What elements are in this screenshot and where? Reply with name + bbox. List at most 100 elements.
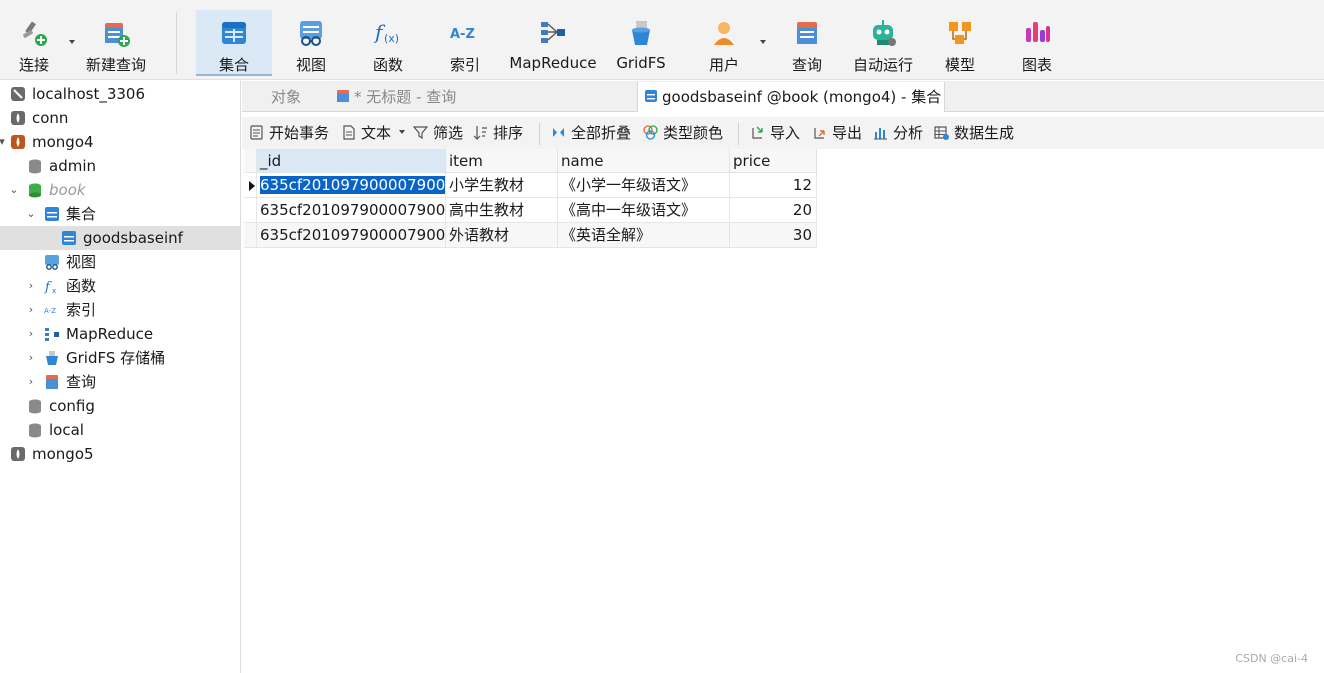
user-button[interactable]: 用户 [696, 10, 752, 76]
tree-item-views-folder[interactable]: 视图 [0, 250, 240, 274]
query-button[interactable]: 查询 [776, 10, 838, 76]
chevron-right-icon[interactable]: › [25, 298, 37, 322]
chevron-down-icon[interactable]: ⌄ [25, 202, 37, 226]
chevron-right-icon[interactable]: › [25, 346, 37, 370]
mongodb-connection-icon [11, 111, 25, 125]
new-query-button[interactable]: 新建查询 [82, 10, 150, 76]
database-icon [29, 183, 41, 198]
tree-item-connection[interactable]: localhost_3306 [0, 82, 240, 106]
connect-dropdown-caret-icon[interactable] [69, 40, 75, 44]
chevron-right-icon[interactable]: › [25, 274, 37, 298]
table-cell[interactable]: 30 [730, 223, 817, 248]
collection-label: 集合 [218, 56, 249, 74]
new-query-label: 新建查询 [85, 56, 146, 74]
chart-button[interactable]: 图表 [1006, 10, 1068, 76]
navigation-tree: localhost_3306 conn ▾ mongo4 admin ⌄ boo… [0, 81, 241, 673]
begin-transaction-label: 开始事务 [269, 124, 330, 142]
table-cell[interactable]: 《小学一年级语文》 [558, 173, 730, 198]
tab-objects[interactable]: 对象 [242, 82, 330, 112]
tree-item-mapreduce-folder[interactable]: › MapReduce [0, 322, 240, 346]
mapreduce-icon [45, 328, 59, 341]
model-button[interactable]: 模型 [929, 10, 991, 76]
tree-item-label: mongo4 [32, 133, 94, 151]
table-cell[interactable]: 635cf2010979000079006 [257, 223, 446, 248]
mapreduce-button[interactable]: MapReduce [506, 10, 600, 76]
gridfs-button[interactable]: GridFS [610, 10, 672, 76]
filter-button[interactable]: 筛选 [413, 123, 469, 143]
tree-item-connection[interactable]: ▾ mongo4 [0, 130, 240, 154]
new-query-icon [105, 23, 130, 47]
tab-untitled-query[interactable]: * 无标题 - 查询 [332, 82, 632, 112]
tree-item-functions-folder[interactable]: › fx 函数 [0, 274, 240, 298]
function-fx-icon: f (x) [373, 20, 399, 45]
row-selector[interactable] [244, 223, 257, 248]
table-cell[interactable]: 20 [730, 198, 817, 223]
tree-item-queries-folder[interactable]: › 查询 [0, 370, 240, 394]
table-cell[interactable]: 635cf2010979000079006 [257, 173, 446, 198]
query-label: 查询 [791, 56, 822, 74]
grid-corner [244, 149, 257, 173]
view-button[interactable]: 视图 [280, 10, 342, 76]
tree-item-connection[interactable]: conn [0, 106, 240, 130]
collection-button[interactable]: 集合 [196, 10, 272, 76]
chevron-down-icon[interactable] [399, 130, 405, 134]
table-cell[interactable]: 《高中一年级语文》 [558, 198, 730, 223]
toolbar-divider [539, 123, 540, 145]
sort-button[interactable]: 排序 [473, 123, 529, 143]
user-dropdown-caret-icon[interactable] [760, 40, 766, 44]
automation-button[interactable]: 自动运行 [850, 10, 916, 76]
tree-item-database[interactable]: ⌄ book [0, 178, 240, 202]
column-header[interactable]: name [558, 149, 730, 173]
type-color-button[interactable]: 类型颜色 [643, 123, 729, 143]
mysql-connection-icon [11, 87, 25, 101]
analyze-button[interactable]: 分析 [873, 123, 929, 143]
table-cell[interactable]: 小学生教材 [446, 173, 558, 198]
export-icon [814, 128, 825, 139]
index-button[interactable]: A-Z 索引 [434, 10, 496, 76]
chevron-right-icon[interactable]: › [25, 322, 37, 346]
gridfs-label: GridFS [616, 54, 666, 72]
tree-item-connection[interactable]: mongo5 [0, 442, 240, 466]
row-selector[interactable] [244, 198, 257, 223]
text-view-button[interactable]: 文本 [341, 123, 407, 143]
chevron-down-icon[interactable]: ▾ [0, 130, 8, 154]
tree-item-gridfs-folder[interactable]: › GridFS 存储桶 [0, 346, 240, 370]
query-icon [337, 90, 349, 102]
column-header[interactable]: item [446, 149, 558, 173]
tree-item-label: mongo5 [32, 445, 94, 463]
tab-collection[interactable]: goodsbaseinf @book (mongo4) - 集合 [637, 82, 945, 112]
index-az-icon: A-Z [44, 307, 56, 315]
table-cell[interactable]: 12 [730, 173, 817, 198]
tree-item-collection[interactable]: goodsbaseinf [0, 226, 240, 250]
chevron-down-icon[interactable]: ⌄ [8, 178, 20, 202]
tree-item-indexes-folder[interactable]: › A-Z 索引 [0, 298, 240, 322]
collection-table-icon [645, 90, 657, 102]
import-button[interactable]: 导入 [750, 123, 806, 143]
table-cell[interactable]: 外语教材 [446, 223, 558, 248]
model-icon [949, 22, 971, 44]
query-icon [797, 22, 817, 44]
row-selector[interactable] [244, 173, 257, 198]
user-label: 用户 [708, 56, 739, 74]
tree-item-database[interactable]: admin [0, 154, 240, 178]
table-cell[interactable]: 635cf2010979000079006 [257, 198, 446, 223]
column-header[interactable]: _id [257, 149, 446, 173]
tree-item-database[interactable]: local [0, 418, 240, 442]
tree-item-collections-folder[interactable]: ⌄ 集合 [0, 202, 240, 226]
table-cell[interactable]: 《英语全解》 [558, 223, 730, 248]
data-generation-button[interactable]: 数据生成 [934, 123, 1024, 143]
chevron-right-icon[interactable]: › [25, 370, 37, 394]
filter-funnel-icon [413, 126, 428, 140]
connect-button[interactable]: 连接 [6, 10, 62, 76]
view-glasses-icon [300, 21, 322, 46]
database-icon [29, 159, 41, 174]
export-button[interactable]: 导出 [812, 123, 868, 143]
tree-item-database[interactable]: config [0, 394, 240, 418]
column-header[interactable]: price [730, 149, 817, 173]
begin-transaction-button[interactable]: 开始事务 [249, 123, 339, 143]
collapse-all-button[interactable]: 全部折叠 [551, 123, 637, 143]
function-button[interactable]: f (x) 函数 [357, 10, 419, 76]
import-label: 导入 [770, 124, 801, 142]
model-label: 模型 [944, 56, 975, 74]
table-cell[interactable]: 高中生教材 [446, 198, 558, 223]
